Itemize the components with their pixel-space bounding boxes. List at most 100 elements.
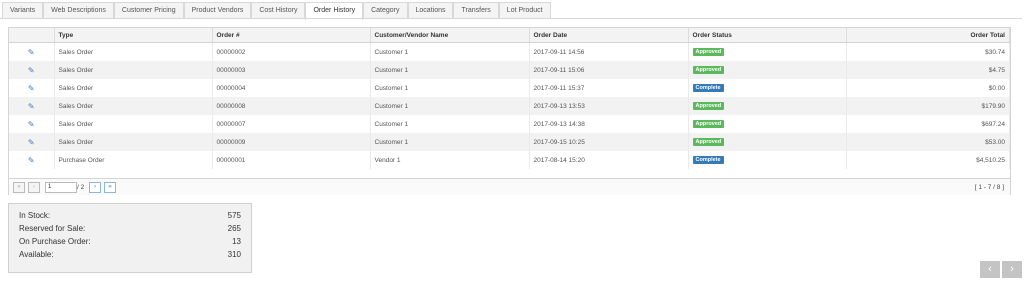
table-header-row: Type Order # Customer/Vendor Name Order … xyxy=(9,28,1010,43)
order-total-cell: $53.00 xyxy=(846,133,1010,151)
tab-cost-history[interactable]: Cost History xyxy=(251,2,306,18)
order-total-cell: $179.90 xyxy=(846,97,1010,115)
order-date-cell: 2017-08-14 15:20 xyxy=(529,151,689,169)
table-row[interactable]: ✎ Purchase Order 00000001 Vendor 1 2017-08-1… xyxy=(9,151,1010,169)
order-number-cell: 00000002 xyxy=(212,42,371,61)
col-type[interactable]: Type xyxy=(54,28,213,43)
order-status-cell: Approved xyxy=(688,115,847,133)
tab-lot-product[interactable]: Lot Product xyxy=(498,2,551,18)
order-status-cell: Complete xyxy=(688,151,847,169)
order-total-cell: $0.00 xyxy=(846,79,1010,97)
col-order-total[interactable]: Order Total xyxy=(846,28,1010,43)
table-row[interactable]: ✎ Sales Order 00000008 Customer 1 2017-09-13… xyxy=(9,97,1010,115)
status-badge: Approved xyxy=(692,48,725,56)
table-row[interactable]: ✎ Sales Order 00000003 Customer 1 2017-09-11… xyxy=(9,61,1010,79)
tab-divider xyxy=(0,18,1022,19)
next-page-button[interactable]: › xyxy=(89,182,101,193)
reserved-value: 265 xyxy=(227,224,241,233)
col-order-date[interactable]: Order Date xyxy=(529,28,689,43)
order-number-cell: 00000003 xyxy=(212,61,371,79)
nav-next-button[interactable]: › xyxy=(1002,261,1022,278)
page-count: / 2 xyxy=(77,184,85,191)
pencil-icon[interactable]: ✎ xyxy=(28,84,35,93)
on-purchase-order-label: On Purchase Order: xyxy=(19,237,91,246)
available-row: Available: 310 xyxy=(19,250,241,262)
order-date-cell: 2017-09-13 14:38 xyxy=(529,115,689,133)
type-cell: Sales Order xyxy=(54,97,213,115)
order-number-cell: 00000007 xyxy=(212,115,371,133)
available-value: 310 xyxy=(227,250,241,259)
order-status-cell: Complete xyxy=(688,79,847,97)
tab-category[interactable]: Category xyxy=(363,2,408,18)
pencil-icon[interactable]: ✎ xyxy=(28,120,35,129)
order-date-cell: 2017-09-11 15:37 xyxy=(529,79,689,97)
type-cell: Sales Order xyxy=(54,42,213,61)
col-order-number[interactable]: Order # xyxy=(212,28,371,43)
order-total-cell: $30.74 xyxy=(846,42,1010,61)
order-status-cell: Approved xyxy=(688,61,847,79)
tab-customer-pricing[interactable]: Customer Pricing xyxy=(113,2,184,18)
order-total-cell: $4,510.25 xyxy=(846,151,1010,169)
last-page-button[interactable]: » xyxy=(104,182,116,193)
customer-vendor-cell: Customer 1 xyxy=(370,61,530,79)
pencil-icon[interactable]: ✎ xyxy=(28,138,35,147)
order-number-cell: 00000008 xyxy=(212,97,371,115)
order-status-cell: Approved xyxy=(688,97,847,115)
tab-transfers[interactable]: Transfers xyxy=(453,2,499,18)
on-purchase-order-row: On Purchase Order: 13 xyxy=(19,237,241,249)
order-status-cell: Approved xyxy=(688,42,847,61)
col-order-status[interactable]: Order Status xyxy=(688,28,847,43)
edit-cell: ✎ xyxy=(9,79,55,97)
status-badge: Approved xyxy=(692,138,725,146)
order-total-cell: $697.24 xyxy=(846,115,1010,133)
customer-vendor-cell: Customer 1 xyxy=(370,79,530,97)
edit-cell: ✎ xyxy=(9,133,55,151)
pencil-icon[interactable]: ✎ xyxy=(28,66,35,75)
order-number-cell: 00000001 xyxy=(212,151,371,169)
available-label: Available: xyxy=(19,250,54,259)
pencil-icon[interactable]: ✎ xyxy=(28,48,35,57)
order-number-cell: 00000004 xyxy=(212,79,371,97)
order-status-cell: Approved xyxy=(688,133,847,151)
status-badge: Complete xyxy=(692,156,724,164)
customer-vendor-cell: Customer 1 xyxy=(370,115,530,133)
tab-product-vendors[interactable]: Product Vendors xyxy=(183,2,252,18)
on-purchase-order-value: 13 xyxy=(232,237,241,246)
edit-cell: ✎ xyxy=(9,42,55,61)
tab-bar: Variants Web Descriptions Customer Pricing… xyxy=(2,2,551,20)
status-badge: Approved xyxy=(692,66,725,74)
table-row[interactable]: ✎ Sales Order 00000007 Customer 1 2017-09-13… xyxy=(9,115,1010,133)
tab-web-descriptions[interactable]: Web Descriptions xyxy=(43,2,114,18)
prev-page-button[interactable]: ‹ xyxy=(28,182,40,193)
pencil-icon[interactable]: ✎ xyxy=(28,102,35,111)
reserved-row: Reserved for Sale: 265 xyxy=(19,224,241,236)
pencil-icon[interactable]: ✎ xyxy=(28,156,35,165)
customer-vendor-cell: Customer 1 xyxy=(370,97,530,115)
col-customer-vendor-name[interactable]: Customer/Vendor Name xyxy=(370,28,530,43)
table-row[interactable]: ✎ Sales Order 00000002 Customer 1 2017-09-11… xyxy=(9,42,1010,61)
type-cell: Sales Order xyxy=(54,61,213,79)
page-number-input[interactable]: 1 xyxy=(45,182,77,193)
table-row[interactable]: ✎ Sales Order 00000009 Customer 1 2017-09-15… xyxy=(9,133,1010,151)
status-badge: Approved xyxy=(692,120,725,128)
tab-variants[interactable]: Variants xyxy=(2,2,44,18)
tab-locations[interactable]: Locations xyxy=(407,2,454,18)
edit-cell: ✎ xyxy=(9,97,55,115)
type-cell: Sales Order xyxy=(54,79,213,97)
type-cell: Purchase Order xyxy=(54,151,213,169)
order-history-grid: Type Order # Customer/Vendor Name Order … xyxy=(8,27,1011,195)
order-date-cell: 2017-09-11 15:06 xyxy=(529,61,689,79)
col-edit xyxy=(9,28,55,43)
first-page-button[interactable]: « xyxy=(13,182,25,193)
table-row[interactable]: ✎ Sales Order 00000004 Customer 1 2017-09-11… xyxy=(9,79,1010,97)
customer-vendor-cell: Vendor 1 xyxy=(370,151,530,169)
edit-cell: ✎ xyxy=(9,151,55,169)
type-cell: Sales Order xyxy=(54,133,213,151)
record-range: [ 1 - 7 / 8 ] xyxy=(974,184,1004,191)
status-badge: Complete xyxy=(692,84,724,92)
customer-vendor-cell: Customer 1 xyxy=(370,133,530,151)
order-date-cell: 2017-09-15 10:25 xyxy=(529,133,689,151)
nav-prev-button[interactable]: ‹ xyxy=(980,261,1000,278)
reserved-label: Reserved for Sale: xyxy=(19,224,86,233)
inventory-summary: In Stock: 575 Reserved for Sale: 265 On … xyxy=(8,203,252,273)
